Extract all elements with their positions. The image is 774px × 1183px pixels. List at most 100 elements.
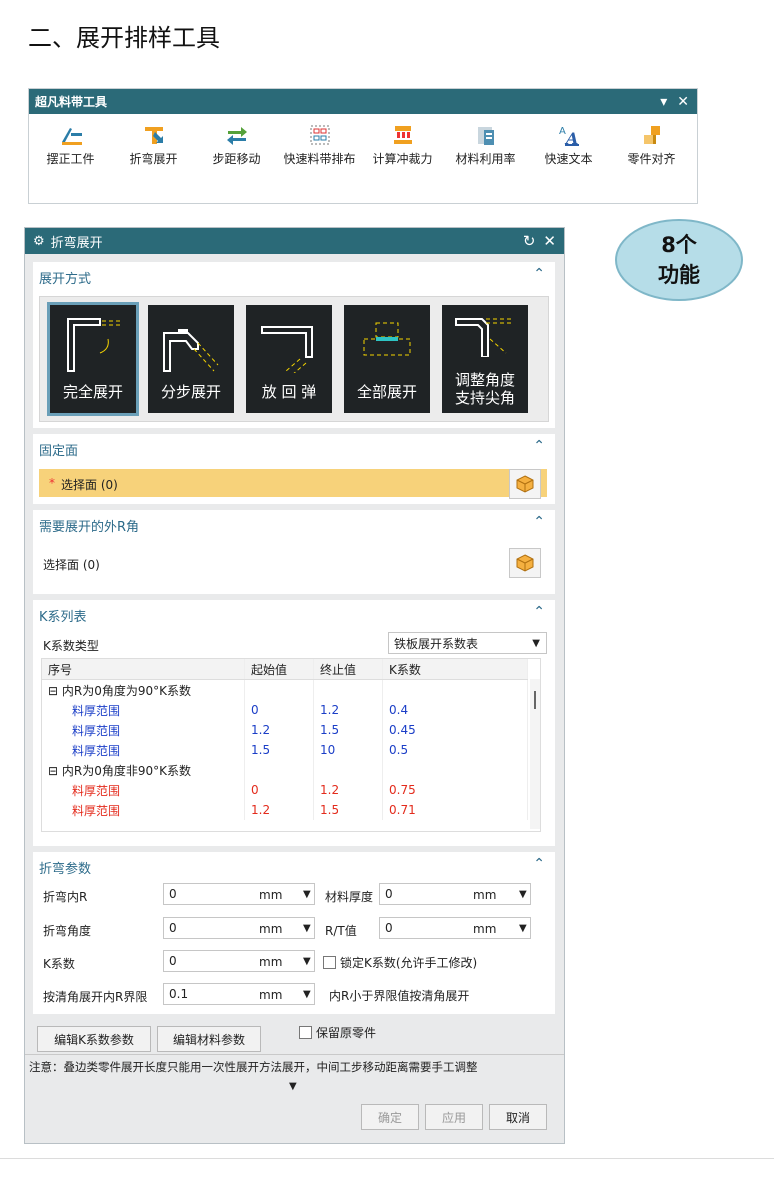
table-row-group[interactable]: ⊟ 内R为0角度为90°K系数 <box>42 679 528 700</box>
edit-k-params-button[interactable]: 编辑K系数参数 <box>37 1026 151 1052</box>
page-heading: 二、展开排样工具 <box>28 24 220 52</box>
mode-full-unfold[interactable]: 完全展开 <box>47 302 139 416</box>
mode-adjust-angle[interactable]: 调整角度 支持尖角 <box>442 305 528 413</box>
outer-r-select-label: 选择面 (0) <box>43 558 100 572</box>
ribbon-toolbar: 超凡料带工具 ▾ ✕ 摆正工件 折弯展开 步距移动 快速料带排布 计算冲裁力 材… <box>28 88 698 204</box>
thickness-value: 0 <box>385 887 393 901</box>
edit-material-params-button[interactable]: 编辑材料参数 <box>157 1026 261 1052</box>
chevron-down-icon[interactable]: ▼ <box>303 989 311 1000</box>
lock-k-checkbox[interactable]: 锁定K系数(允许手工修改) <box>323 954 477 971</box>
table-row[interactable]: 料厚范围 0 1.2 0.75 <box>42 780 528 800</box>
apply-button[interactable]: 应用 <box>425 1104 483 1130</box>
collapse-chevron-icon[interactable]: ⌃ <box>533 514 545 530</box>
section-title-k-table: K系列表 <box>39 610 87 625</box>
ribbon-item-material-usage[interactable]: 材料利用率 <box>444 122 527 167</box>
punch-force-icon <box>361 122 444 148</box>
collapse-chevron-icon[interactable]: ⌃ <box>533 856 545 872</box>
cancel-button[interactable]: 取消 <box>489 1104 547 1130</box>
bend-unfold-icon <box>112 122 195 148</box>
quick-text-icon: AA <box>527 122 610 148</box>
clear-limit-value: 0.1 <box>169 987 189 1001</box>
fixed-face-selector[interactable]: * 选择面 (0) <box>39 469 547 497</box>
chevron-down-icon[interactable]: ▼ <box>303 923 311 934</box>
clear-limit-unit: mm <box>259 988 283 1002</box>
chevron-down-icon[interactable]: ▼ <box>303 889 311 900</box>
checkbox-box[interactable] <box>299 1026 312 1039</box>
dialog-close-icon[interactable]: ✕ <box>543 232 556 250</box>
angle-input[interactable]: 0 <box>163 917 315 939</box>
thickness-input[interactable]: 0 <box>379 883 531 905</box>
ribbon-dropdown-icon[interactable]: ▾ <box>660 94 667 110</box>
mode-springback[interactable]: 放 回 弹 <box>246 305 332 413</box>
step-unfold-icon <box>163 329 219 372</box>
select-outer-r-button[interactable] <box>509 548 541 578</box>
dialog-titlebar: ⚙ 折弯展开 ↻ ✕ <box>25 228 564 254</box>
k-table-container: 序号 起始值 终止值 K系数 ⊟ 内R为0角度为90°K系数 料厚范围 0 1.… <box>41 658 541 832</box>
column-header[interactable]: 起始值 <box>244 659 314 680</box>
table-row[interactable]: 料厚范围 1.2 1.5 0.45 <box>42 720 528 740</box>
collapse-tree-icon[interactable]: ⊟ <box>48 764 62 778</box>
clear-limit-note: 内R小于界限值按清角展开 <box>329 989 470 1003</box>
table-row[interactable]: 料厚范围 0 1.2 0.4 <box>42 700 528 720</box>
cell-start: 1.5 <box>244 740 314 760</box>
panel-unfold-method: 展开方式 ⌃ 完全展开 分步展开 放 回 弹 全部展开 调整角度 支持尖角 <box>33 262 555 428</box>
ribbon-item-strip-layout[interactable]: 快速料带排布 <box>278 122 361 167</box>
table-row[interactable]: 料厚范围 1.2 1.5 0.71 <box>42 800 528 820</box>
rt-input[interactable]: 0 <box>379 917 531 939</box>
table-row[interactable]: 料厚范围 1.5 10 0.5 <box>42 740 528 760</box>
clear-limit-input[interactable]: 0.1 <box>163 983 315 1005</box>
scrollbar-thumb[interactable] <box>534 691 536 709</box>
collapse-tree-icon[interactable]: ⊟ <box>48 684 62 698</box>
inner-r-label: 折弯内R <box>43 890 88 904</box>
chevron-down-icon[interactable]: ▼ <box>519 889 527 900</box>
ribbon-item-step-move[interactable]: 步距移动 <box>195 122 278 167</box>
ribbon-item-label: 材料利用率 <box>455 152 516 166</box>
ribbon-item-bend-unfold[interactable]: 折弯展开 <box>112 122 195 167</box>
checkbox-box[interactable] <box>323 956 336 969</box>
chevron-down-icon: ▼ <box>532 637 540 649</box>
inner-r-value: 0 <box>169 887 177 901</box>
strip-layout-icon <box>278 122 361 148</box>
collapse-chevron-icon[interactable]: ⌃ <box>533 604 545 620</box>
dialog-title: 折弯展开 <box>50 235 103 251</box>
k-factor-input[interactable]: 0 <box>163 950 315 972</box>
rt-value: 0 <box>385 921 393 935</box>
column-header[interactable]: K系数 <box>382 659 528 680</box>
mode-step-unfold[interactable]: 分步展开 <box>148 305 234 413</box>
k-type-label: K系数类型 <box>43 639 99 653</box>
chevron-down-icon[interactable]: ▼ <box>303 956 311 967</box>
ribbon-item-part-align[interactable]: 零件对齐 <box>610 122 693 167</box>
ok-button[interactable]: 确定 <box>361 1104 419 1130</box>
collapse-chevron-icon[interactable]: ⌃ <box>533 438 545 454</box>
table-scrollbar[interactable] <box>530 679 540 829</box>
select-face-button[interactable] <box>509 469 541 499</box>
column-header[interactable]: 终止值 <box>313 659 383 680</box>
inner-r-input[interactable]: 0 <box>163 883 315 905</box>
ribbon-item-quick-text[interactable]: AA 快速文本 <box>527 122 610 167</box>
table-row-group[interactable]: ⊟ 内R为0角度非90°K系数 <box>42 760 528 780</box>
keep-original-checkbox[interactable]: 保留原零件 <box>299 1024 376 1041</box>
section-title-fixed-face: 固定面 <box>39 444 79 459</box>
k-factor-label: K系数 <box>43 957 75 971</box>
k-factor-value: 0 <box>169 954 177 968</box>
ribbon-item-label: 快速料带排布 <box>283 152 356 166</box>
inner-r-unit: mm <box>259 888 283 902</box>
collapse-chevron-icon[interactable]: ⌃ <box>533 266 545 282</box>
mode-unfold-all[interactable]: 全部展开 <box>344 305 430 413</box>
part-align-icon <box>610 122 693 148</box>
ribbon-item-punch-force[interactable]: 计算冲裁力 <box>361 122 444 167</box>
cell-k: 0.75 <box>382 780 528 800</box>
expand-more-icon[interactable]: ▼ <box>289 1081 297 1092</box>
row-label: 料厚范围 <box>42 740 245 760</box>
select-face-label: 选择面 (0) <box>61 478 118 492</box>
section-title-unfold-method: 展开方式 <box>39 272 92 287</box>
column-header[interactable]: 序号 <box>42 659 245 680</box>
svg-text:A: A <box>564 129 578 146</box>
cell-start: 0 <box>244 700 314 720</box>
ribbon-item-align-part[interactable]: 摆正工件 <box>29 122 112 167</box>
k-type-dropdown[interactable]: 铁板展开系数表 ▼ <box>388 632 547 654</box>
cell-end: 1.5 <box>313 800 383 820</box>
chevron-down-icon[interactable]: ▼ <box>519 923 527 934</box>
reset-icon[interactable]: ↻ <box>523 232 536 250</box>
ribbon-close-icon[interactable]: ✕ <box>677 94 689 110</box>
